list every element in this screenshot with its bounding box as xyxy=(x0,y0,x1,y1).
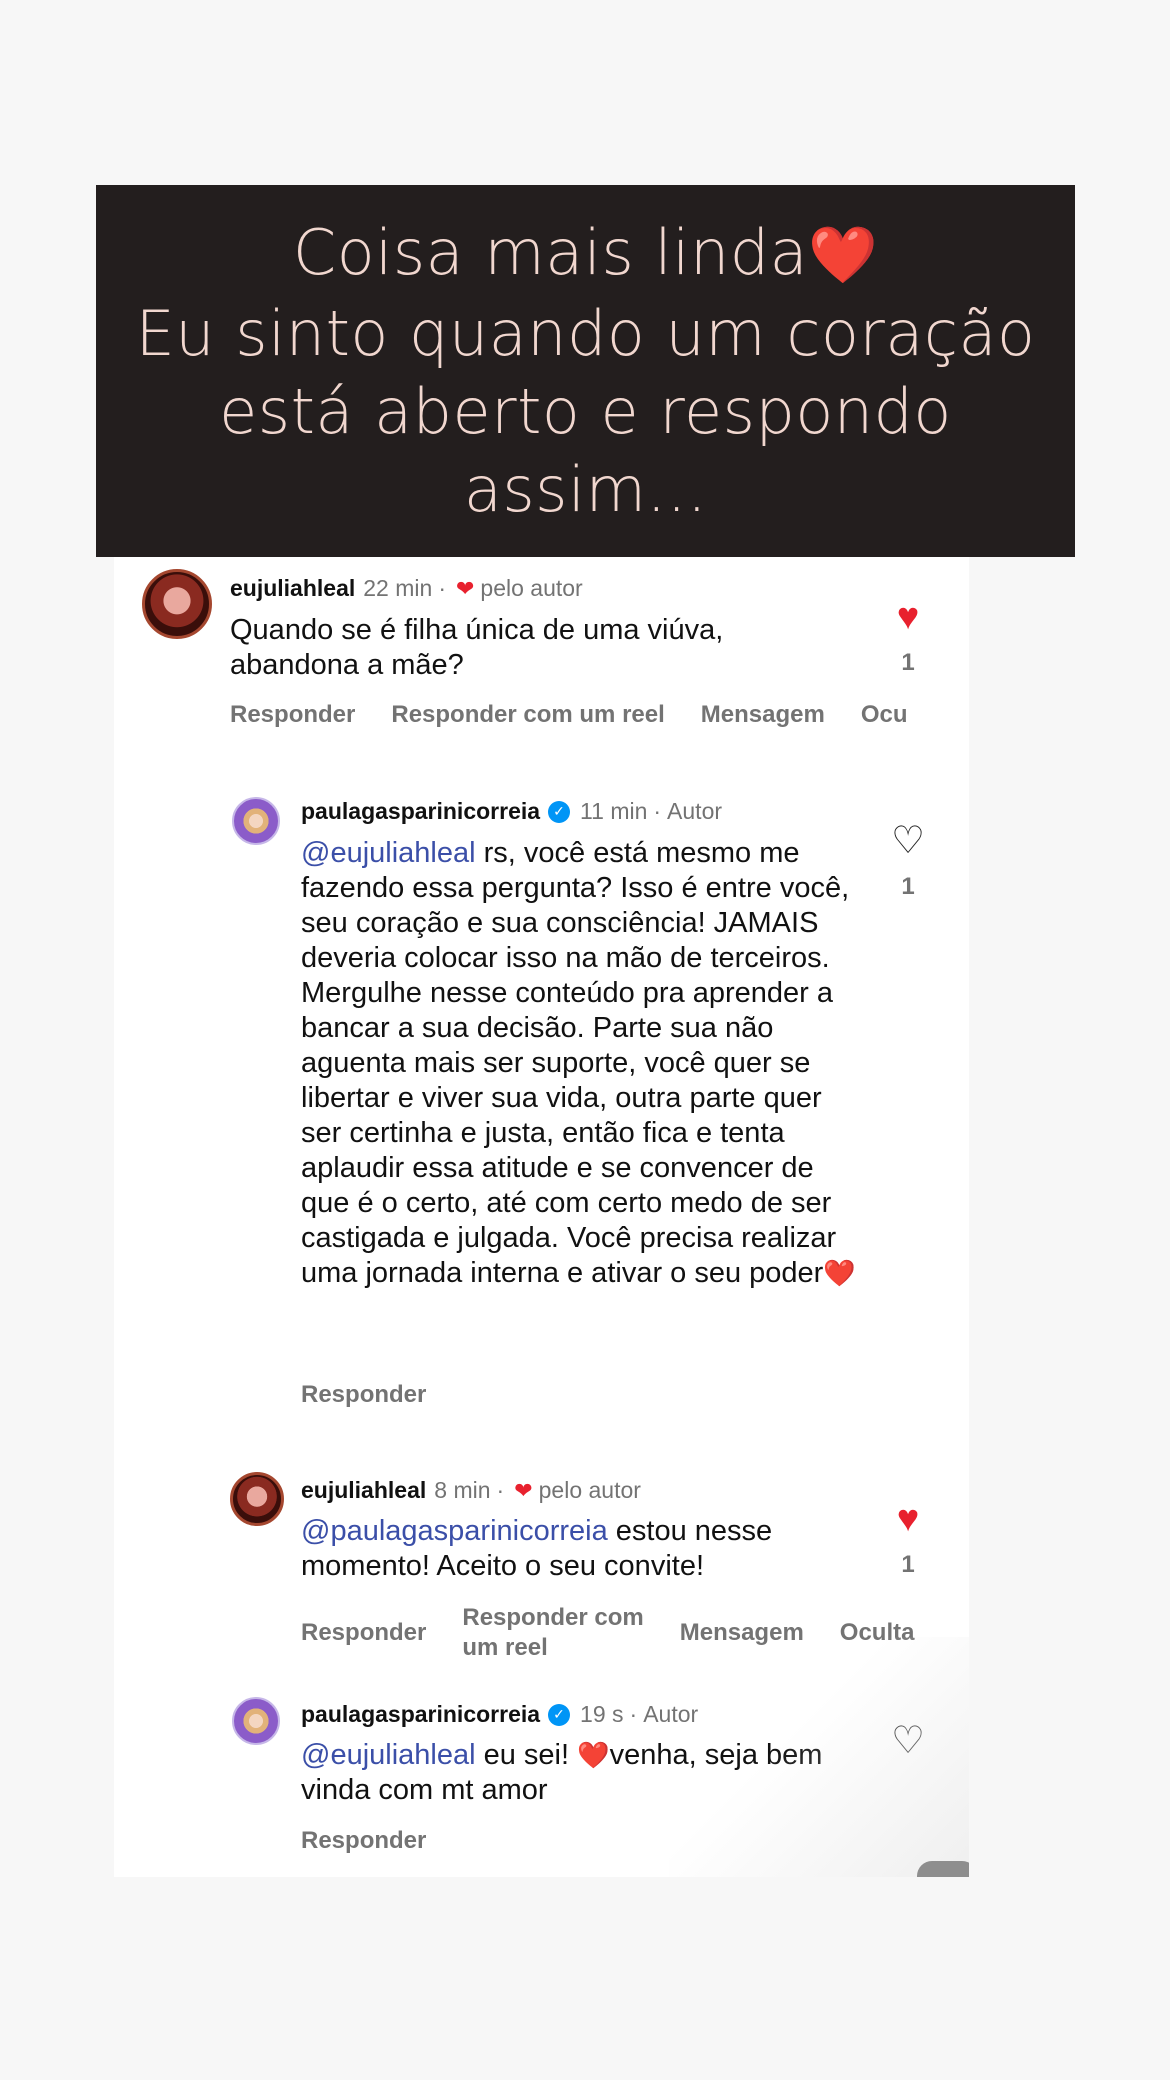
comment-text: @paulagasparinicorreia estou nesse momen… xyxy=(301,1514,861,1584)
liked-by-author-label: pelo autor xyxy=(538,1477,641,1503)
verified-badge-icon: ✓ xyxy=(548,1703,571,1726)
comment-meta: eujuliahleal 22 min · ❤ pelo autor xyxy=(230,575,583,602)
comment-text: Quando se é filha única de uma viúva, ab… xyxy=(230,614,724,681)
mention-link[interactable]: @eujuliahleal xyxy=(301,1739,476,1771)
separator-dot: · xyxy=(629,1701,638,1727)
reply-with-reel-button[interactable]: Responder com um reel xyxy=(462,1603,643,1663)
like-count: 1 xyxy=(901,873,915,900)
banner-line-1: Coisa mais linda❤️ xyxy=(292,215,879,289)
comment-time: 19 s xyxy=(580,1701,624,1727)
reply-button[interactable]: Responder xyxy=(230,701,355,729)
avatar-eujuliahleal[interactable] xyxy=(142,569,212,639)
comment-actions: Responder Responder com um reel Mensagem … xyxy=(301,1603,950,1663)
separator-dot: · xyxy=(496,1477,505,1503)
like-control[interactable]: ♡ 1 xyxy=(878,821,938,901)
comment-body: rs, você está mesmo me fazendo essa perg… xyxy=(301,837,850,1289)
comment-meta: paulagasparinicorreia ✓ 19 s · Autor xyxy=(301,1701,698,1728)
message-button[interactable]: Mensagem xyxy=(680,1619,804,1647)
like-control[interactable]: ♥ 1 xyxy=(878,597,938,677)
heart-filled-icon[interactable]: ♥ xyxy=(878,1499,938,1539)
heart-outline-icon[interactable]: ♡ xyxy=(878,1721,938,1761)
like-count: 1 xyxy=(901,649,915,676)
banner-line-4: assim... xyxy=(463,452,708,526)
red-heart-emoji-icon: ❤️ xyxy=(577,1740,610,1770)
scroll-indicator[interactable] xyxy=(917,1861,969,1877)
red-heart-emoji-icon: ❤️ xyxy=(808,222,879,288)
comment-time: 22 min xyxy=(363,575,433,601)
banner-line-3: está aberto e respondo xyxy=(219,374,952,448)
liked-by-author-label: pelo autor xyxy=(480,575,583,601)
comment-time: 11 min xyxy=(580,798,648,824)
separator-dot: · xyxy=(438,575,446,601)
comment-actions: Responder xyxy=(301,1381,462,1409)
reply-with-reel-button[interactable]: Responder com um reel xyxy=(391,701,664,729)
hide-button[interactable]: Oculta xyxy=(840,1619,915,1647)
red-heart-emoji-icon: ❤️ xyxy=(823,1258,856,1288)
story-text-banner: Coisa mais linda❤️ Eu sinto quando um co… xyxy=(96,185,1075,557)
comment-text: @eujuliahleal eu sei! ❤️venha, seja bem … xyxy=(301,1738,861,1808)
username[interactable]: eujuliahleal xyxy=(230,575,355,602)
verified-badge-icon: ✓ xyxy=(548,800,571,823)
reply-button[interactable]: Responder xyxy=(301,1619,426,1647)
comment-actions: Responder xyxy=(301,1827,462,1855)
username[interactable]: eujuliahleal xyxy=(301,1477,426,1504)
author-label: Autor xyxy=(667,798,723,824)
mention-link[interactable]: @eujuliahleal xyxy=(301,837,476,869)
comments-panel: eujuliahleal 22 min · ❤ pelo autor Quand… xyxy=(114,557,969,1877)
comment-body-start: eu sei! xyxy=(475,1739,578,1771)
banner-text: Coisa mais linda❤️ Eu sinto quando um co… xyxy=(136,214,1036,529)
avatar-paulagasparinicorreia[interactable] xyxy=(232,1697,280,1745)
liked-by-author-heart-icon: ❤ xyxy=(455,575,475,601)
avatar-paulagasparinicorreia[interactable] xyxy=(232,797,280,845)
comment-text: @eujuliahleal rs, você está mesmo me faz… xyxy=(301,836,861,1291)
reply-button[interactable]: Responder xyxy=(301,1381,426,1409)
avatar-eujuliahleal[interactable] xyxy=(230,1472,284,1526)
like-control[interactable]: ♥ 1 xyxy=(878,1499,938,1579)
author-label: Autor xyxy=(643,1701,699,1727)
heart-filled-icon[interactable]: ♥ xyxy=(878,597,938,637)
mention-link[interactable]: @paulagasparinicorreia xyxy=(301,1515,608,1547)
comment-time: 8 min xyxy=(434,1477,491,1503)
username[interactable]: paulagasparinicorreia xyxy=(301,1701,540,1728)
like-count: 1 xyxy=(901,1551,915,1578)
comment-actions: Responder Responder com um reel Mensagem… xyxy=(230,701,944,729)
reply-with-reel-line-1: Responder com xyxy=(462,1604,644,1631)
reply-button[interactable]: Responder xyxy=(301,1827,426,1855)
heart-outline-icon[interactable]: ♡ xyxy=(878,821,938,861)
comment-meta: eujuliahleal 8 min · ❤ pelo autor xyxy=(301,1477,641,1504)
reply-with-reel-line-2: um reel xyxy=(462,1634,548,1661)
separator-dot: · xyxy=(653,798,662,824)
liked-by-author-heart-icon: ❤ xyxy=(514,1477,533,1503)
username[interactable]: paulagasparinicorreia xyxy=(301,798,540,825)
comment-meta: paulagasparinicorreia ✓ 11 min · Autor xyxy=(301,798,722,825)
message-button[interactable]: Mensagem xyxy=(701,701,825,729)
hide-button[interactable]: Ocu xyxy=(861,701,908,729)
banner-line-2: Eu sinto quando um coração xyxy=(135,296,1036,370)
like-control[interactable]: ♡ xyxy=(878,1721,938,1761)
